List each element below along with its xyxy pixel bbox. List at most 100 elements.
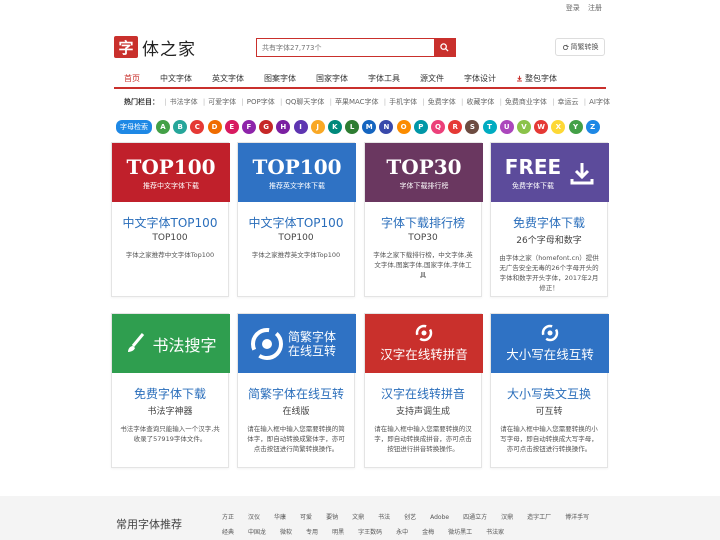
letter-n[interactable]: N bbox=[379, 120, 394, 134]
logo-text: 体之家 bbox=[142, 39, 196, 60]
nav-design[interactable]: 字体设计 bbox=[454, 69, 506, 87]
letter-q[interactable]: Q bbox=[431, 120, 445, 134]
letter-c[interactable]: C bbox=[190, 120, 205, 134]
footer-link[interactable]: 汉仪 bbox=[248, 514, 260, 521]
footer-link[interactable]: 明黑 bbox=[332, 529, 344, 536]
footer-link[interactable]: 方正 bbox=[222, 514, 234, 521]
card-title[interactable]: 中文字体TOP100 bbox=[238, 214, 354, 231]
card-simp-trad[interactable]: 简繁字体在线互转 简繁字体在线互转 在线版 请在输入框中输入您需要转换的简体字，… bbox=[237, 313, 356, 468]
banner-heading: 简繁字体在线互转 bbox=[288, 329, 337, 358]
footer-link[interactable]: 永中 bbox=[396, 529, 408, 536]
card-free-download[interactable]: FREE 免费字体下载 免费字体下载 26个字母和数字 由字体之家（homefo… bbox=[490, 142, 609, 297]
nav-chinese[interactable]: 中文字体 bbox=[150, 69, 202, 87]
hot-item[interactable]: POP字体 bbox=[247, 98, 275, 106]
letter-y[interactable]: Y bbox=[568, 120, 583, 134]
footer-link[interactable]: 汉鼎 bbox=[501, 514, 513, 521]
banner-heading: FREE bbox=[504, 154, 562, 179]
register-link[interactable]: 注册 bbox=[588, 4, 602, 12]
topbar: 登录 注册 bbox=[560, 3, 602, 13]
footer-link[interactable]: 华康 bbox=[274, 514, 286, 521]
footer-link[interactable]: 字王数码 bbox=[358, 529, 382, 536]
site-logo[interactable]: 字 体之家 bbox=[114, 36, 196, 60]
letter-f[interactable]: F bbox=[241, 120, 256, 134]
login-link[interactable]: 登录 bbox=[566, 4, 580, 12]
letter-a[interactable]: A bbox=[156, 120, 170, 134]
letter-p[interactable]: P bbox=[413, 120, 428, 134]
footer-link[interactable]: 专用 bbox=[306, 529, 318, 536]
letter-o[interactable]: O bbox=[396, 120, 411, 134]
nav-source[interactable]: 源文件 bbox=[410, 69, 454, 87]
footer-link[interactable]: 文鼎 bbox=[352, 514, 364, 521]
letter-g[interactable]: G bbox=[259, 120, 274, 134]
footer-link[interactable]: 金梅 bbox=[422, 529, 434, 536]
banner-caption: 推荐中文字体下载 bbox=[143, 181, 199, 190]
card-english-top100[interactable]: TOP100 推荐英文字体下载 中文字体TOP100 TOP100 字体之家推荐… bbox=[237, 142, 356, 297]
nav-tools[interactable]: 字体工具 bbox=[358, 69, 410, 87]
hot-item[interactable]: AI字体 bbox=[589, 98, 610, 106]
hot-item[interactable]: 收藏字体 bbox=[466, 98, 494, 106]
card-title[interactable]: 字体下载排行榜 bbox=[365, 214, 481, 231]
convert-button[interactable]: 简繁转换 bbox=[555, 38, 605, 56]
nav-pattern[interactable]: 图案字体 bbox=[254, 69, 306, 87]
card-chinese-top100[interactable]: TOP100 推荐中文字体下载 中文字体TOP100 TOP100 字体之家推荐… bbox=[111, 142, 230, 297]
card-case-convert[interactable]: 大小写在线互转 大小写英文互换 可互转 请在输入框中输入您需要转换的小写字母，即… bbox=[490, 313, 609, 468]
hot-item[interactable]: 手机字体 bbox=[389, 98, 417, 106]
hot-item[interactable]: 书法字体 bbox=[170, 98, 198, 106]
hot-item[interactable]: 苹果MAC字体 bbox=[335, 98, 379, 106]
letter-r[interactable]: R bbox=[448, 120, 463, 134]
nav-english[interactable]: 英文字体 bbox=[202, 69, 254, 87]
letter-t[interactable]: T bbox=[482, 120, 497, 134]
hot-item[interactable]: 幸运云 bbox=[558, 98, 579, 106]
footer-link[interactable]: 创艺 bbox=[404, 514, 416, 521]
nav-package[interactable]: 整包字体 bbox=[506, 69, 567, 87]
letter-b[interactable]: B bbox=[173, 120, 188, 134]
letter-x[interactable]: X bbox=[551, 120, 566, 134]
letter-m[interactable]: M bbox=[362, 120, 377, 134]
search-input[interactable] bbox=[257, 39, 434, 56]
card-calligraphy[interactable]: 书法搜字 免费字体下载 书法字神器 书法字体查询只能输入一个汉字,共收录了579… bbox=[111, 313, 230, 468]
footer-link[interactable]: 要钠 bbox=[326, 514, 338, 521]
hot-item[interactable]: QQ聊天字体 bbox=[285, 98, 324, 106]
letter-u[interactable]: U bbox=[499, 120, 514, 134]
footer-link[interactable]: 书法 bbox=[378, 514, 390, 521]
footer-link[interactable]: 书法家 bbox=[486, 529, 504, 536]
card-subtitle: TOP30 bbox=[408, 233, 438, 243]
footer-link[interactable]: Adobe bbox=[430, 514, 449, 521]
footer-link[interactable]: 可爱 bbox=[300, 514, 312, 521]
search-button[interactable] bbox=[434, 39, 455, 56]
card-title[interactable]: 免费字体下载 bbox=[491, 214, 607, 231]
card-title[interactable]: 免费字体下载 bbox=[112, 385, 228, 402]
letter-s[interactable]: S bbox=[465, 120, 480, 134]
letter-w[interactable]: W bbox=[534, 120, 549, 134]
letter-i[interactable]: I bbox=[293, 120, 308, 134]
footer-link[interactable]: 微坊黑工 bbox=[448, 529, 472, 536]
letter-j[interactable]: J bbox=[310, 120, 325, 134]
letter-d[interactable]: D bbox=[207, 120, 222, 134]
card-title[interactable]: 汉字在线转拼音 bbox=[365, 385, 481, 402]
footer-link[interactable]: 中国龙 bbox=[248, 529, 266, 536]
card-title[interactable]: 简繁字体在线互转 bbox=[238, 385, 354, 402]
footer-link[interactable]: 博洋手写 bbox=[565, 514, 589, 521]
footer-link[interactable]: 造字工厂 bbox=[527, 514, 551, 521]
letter-v[interactable]: V bbox=[516, 120, 531, 134]
refresh-icon bbox=[562, 44, 569, 50]
hot-item[interactable]: 免费字体 bbox=[428, 98, 456, 106]
hot-item[interactable]: 免费商业字体 bbox=[505, 98, 547, 106]
footer-link[interactable]: 四通立方 bbox=[463, 514, 487, 521]
card-title[interactable]: 中文字体TOP100 bbox=[112, 214, 228, 231]
footer-link[interactable]: 微软 bbox=[280, 529, 292, 536]
letter-k[interactable]: K bbox=[327, 120, 342, 134]
card-pinyin[interactable]: 汉字在线转拼音 汉字在线转拼音 支持声调生成 请在输入框中输入您需要转换的汉字，… bbox=[364, 313, 483, 468]
letter-h[interactable]: H bbox=[276, 120, 291, 134]
card-title[interactable]: 大小写英文互换 bbox=[491, 385, 607, 402]
letter-e[interactable]: E bbox=[224, 120, 239, 134]
banner-heading: TOP100 bbox=[252, 154, 342, 179]
footer-link[interactable]: 经典 bbox=[222, 529, 234, 536]
footer: 常用字体推荐 方正 汉仪 华康 可爱 要钠 文鼎 书法 创艺 Adobe 四通立方 汉鼎 造字工厂 博洋… bbox=[0, 496, 720, 540]
letter-l[interactable]: L bbox=[345, 120, 360, 134]
nav-home[interactable]: 首页 bbox=[114, 69, 150, 87]
card-ranking-top30[interactable]: TOP30 字体下载排行榜 字体下载排行榜 TOP30 字体之家下载排行榜，中文… bbox=[364, 142, 483, 297]
letter-z[interactable]: Z bbox=[585, 120, 600, 134]
nav-country[interactable]: 国家字体 bbox=[306, 69, 358, 87]
hot-item[interactable]: 可爱字体 bbox=[208, 98, 236, 106]
